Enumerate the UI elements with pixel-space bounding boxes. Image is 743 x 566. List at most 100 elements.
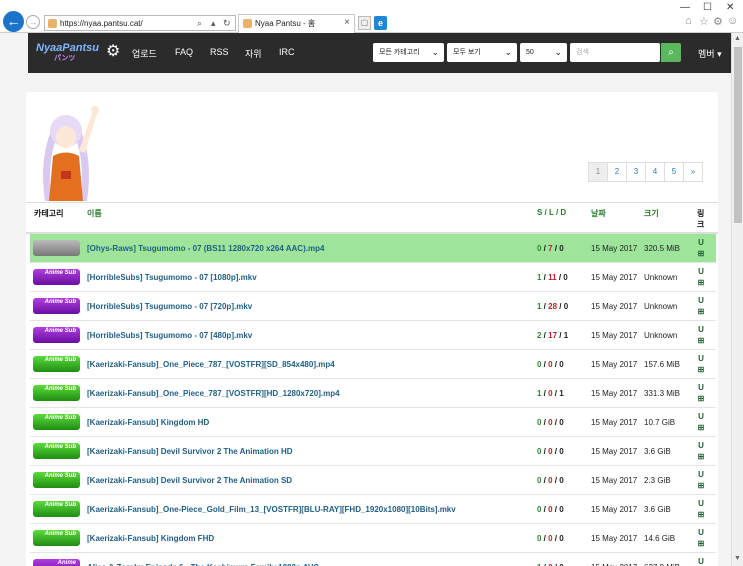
chevron-down-icon: ⌄	[554, 47, 562, 57]
limit-select-value: 50	[526, 49, 534, 56]
address-bar[interactable]: https://nyaa.pantsu.cat/ ⌕ ▴ ↻	[44, 15, 236, 31]
header-size[interactable]: 크기	[644, 208, 659, 219]
upload-date: 15 May 2017	[591, 476, 638, 485]
torrent-name-link[interactable]: [HorribleSubs] Tsugumomo - 07 [480p].mkv	[87, 331, 252, 340]
torrent-download-icon[interactable]: ⊞	[698, 394, 705, 403]
magnet-icon[interactable]: U	[698, 383, 704, 392]
magnet-icon[interactable]: U	[698, 267, 704, 276]
file-size: 157.6 MiB	[644, 360, 681, 369]
minimize-icon[interactable]: —	[680, 2, 690, 13]
vertical-scrollbar[interactable]: ▲ ▼	[731, 33, 743, 566]
page-link-5[interactable]: 5	[664, 162, 684, 182]
category-badge[interactable]: Anime Sub	[33, 327, 80, 343]
torrent-download-icon[interactable]: ⊞	[698, 510, 705, 519]
torrent-download-icon[interactable]: ⊞	[698, 423, 705, 432]
search-button[interactable]: ⌕	[661, 43, 681, 62]
nav-sukebei[interactable]: 자위	[245, 47, 262, 60]
scroll-up-icon[interactable]: ▲	[734, 35, 741, 42]
category-badge[interactable]: Anime Sub	[33, 443, 80, 459]
torrent-download-icon[interactable]: ⊞	[698, 365, 705, 374]
torrent-download-icon[interactable]: ⊞	[698, 539, 705, 548]
close-window-icon[interactable]: ✕	[726, 2, 734, 13]
category-badge[interactable]	[33, 240, 80, 256]
magnet-icon[interactable]: U	[698, 325, 704, 334]
maximize-icon[interactable]: ☐	[703, 2, 712, 13]
torrent-name-link[interactable]: [Kaerizaki-Fansub]_One-Piece_Gold_Film_1…	[87, 505, 456, 514]
lock-icon[interactable]: ▴	[211, 17, 216, 29]
torrent-download-icon[interactable]: ⊞	[698, 336, 705, 345]
favorites-star-icon[interactable]: ☆	[699, 15, 709, 28]
limit-select[interactable]: 50 ⌄	[520, 43, 567, 62]
page-next[interactable]: »	[683, 162, 703, 182]
magnet-icon[interactable]: U	[698, 296, 704, 305]
torrent-name-link[interactable]: [Kaerizaki-Fansub] Devil Survivor 2 The …	[87, 447, 293, 456]
magnet-icon[interactable]: U	[698, 412, 704, 421]
downloads-count: 0	[559, 418, 564, 427]
magnet-icon[interactable]: U	[698, 238, 704, 247]
torrent-name-link[interactable]: [Ohys-Raws] Tsugumomo - 07 (BS11 1280x72…	[87, 244, 324, 253]
magnet-icon[interactable]: U	[698, 470, 704, 479]
category-badge[interactable]: Anime Sub	[33, 501, 80, 517]
scroll-down-icon[interactable]: ▼	[734, 555, 741, 562]
torrent-name-link[interactable]: [Kaerizaki-Fansub] Kingdom HD	[87, 418, 209, 427]
nav-upload[interactable]: 업로드	[132, 47, 157, 60]
torrent-download-icon[interactable]: ⊞	[698, 278, 705, 287]
torrent-download-icon[interactable]: ⊞	[698, 307, 705, 316]
page-link-3[interactable]: 3	[626, 162, 646, 182]
nav-rss[interactable]: RSS	[210, 47, 229, 57]
page-link-2[interactable]: 2	[607, 162, 627, 182]
torrent-name-link[interactable]: [HorribleSubs] Tsugumomo - 07 [1080p].mk…	[87, 273, 257, 282]
back-button[interactable]: ←	[3, 11, 24, 32]
site-logo[interactable]: NyaaPantsu パンツ	[36, 42, 99, 62]
torrent-name-link[interactable]: [Kaerizaki-Fansub] Devil Survivor 2 The …	[87, 476, 292, 485]
category-badge[interactable]: Anime Sub	[33, 530, 80, 546]
torrent-download-icon[interactable]: ⊞	[698, 249, 705, 258]
filter-select[interactable]: 모두 보기 ⌄	[447, 43, 517, 62]
category-badge[interactable]: Anime Sub	[33, 356, 80, 372]
search-icon[interactable]: ⌕	[197, 17, 202, 29]
seed-leech-download-counts: 0 / 0 / 0	[537, 418, 564, 427]
magnet-icon[interactable]: U	[698, 528, 704, 537]
torrent-name-link[interactable]: [Kaerizaki-Fansub]_One_Piece_787_[VOSTFR…	[87, 389, 340, 398]
close-tab-icon[interactable]: ×	[344, 17, 350, 28]
magnet-icon[interactable]: U	[698, 354, 704, 363]
search-input[interactable]: 검색	[570, 43, 660, 62]
category-badge[interactable]: Anime Sub	[33, 472, 80, 488]
category-badge[interactable]: Anime Sub	[33, 414, 80, 430]
forward-button[interactable]: →	[26, 15, 40, 29]
page-link-4[interactable]: 4	[645, 162, 665, 182]
header-name[interactable]: 이름	[87, 208, 102, 219]
browser-tab[interactable]: Nyaa Pantsu - 홈 ×	[238, 14, 355, 33]
magnet-icon[interactable]: U	[698, 557, 704, 566]
torrent-name-link[interactable]: [Kaerizaki-Fansub] Kingdom FHD	[87, 534, 214, 543]
magnet-icon[interactable]: U	[698, 499, 704, 508]
leechers-count: 11	[548, 273, 557, 282]
category-badge[interactable]: Anime Sub	[33, 298, 80, 314]
downloads-count: 0	[563, 302, 569, 311]
settings-gear-icon[interactable]: ⚙	[713, 15, 723, 28]
page-link-1[interactable]: 1	[588, 162, 608, 182]
category-badge[interactable]: Anime Sub	[33, 269, 80, 285]
refresh-icon[interactable]: ↻	[223, 17, 231, 29]
torrent-download-icon[interactable]: ⊞	[698, 452, 705, 461]
theme-gear-icon[interactable]: ⚙	[106, 43, 120, 61]
header-category[interactable]: 카테고리	[34, 208, 63, 219]
new-tab-button[interactable]: ▢	[358, 16, 371, 30]
home-icon[interactable]: ⌂	[685, 15, 692, 27]
nav-irc[interactable]: IRC	[279, 47, 295, 57]
category-badge[interactable]: Anime	[33, 559, 80, 566]
torrent-download-icon[interactable]: ⊞	[698, 481, 705, 490]
category-select[interactable]: 모든 카테고리 ⌄	[373, 43, 444, 62]
feedback-smiley-icon[interactable]: ☺	[727, 15, 738, 27]
magnet-icon[interactable]: U	[698, 441, 704, 450]
header-date[interactable]: 날짜	[591, 208, 606, 219]
leechers-count: 7	[548, 244, 553, 253]
nav-faq[interactable]: FAQ	[175, 47, 193, 57]
scrollbar-thumb[interactable]	[734, 47, 742, 223]
member-menu[interactable]: 멤버 ▾	[698, 47, 722, 60]
torrent-name-link[interactable]: [Kaerizaki-Fansub]_One_Piece_787_[VOSTFR…	[87, 360, 335, 369]
category-badge[interactable]: Anime Sub	[33, 385, 80, 401]
edge-icon[interactable]: e	[374, 16, 387, 30]
torrent-name-link[interactable]: [HorribleSubs] Tsugumomo - 07 [720p].mkv	[87, 302, 252, 311]
header-slg[interactable]: S / L / D	[537, 208, 566, 217]
